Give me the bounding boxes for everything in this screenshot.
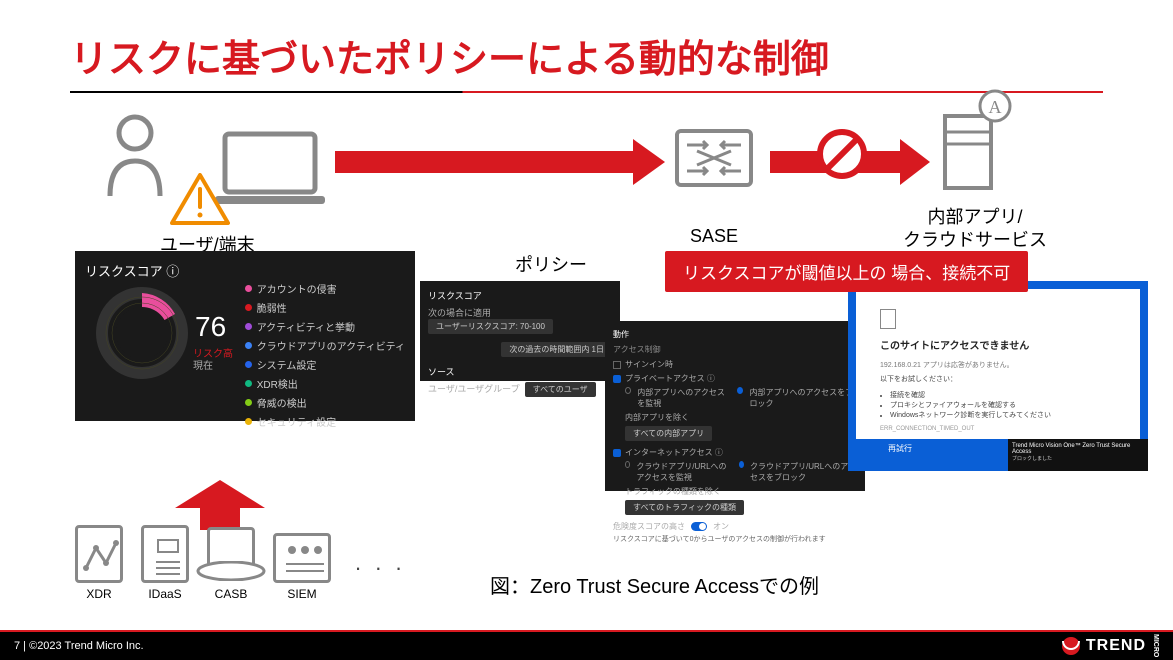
toast-notification: Trend Micro Vision One™ Zero Trust Secur…	[1008, 439, 1148, 471]
logo-ball-icon	[1062, 637, 1080, 655]
siem-icon	[273, 533, 331, 583]
ellipsis-icon: . . .	[355, 550, 406, 576]
footer: 7 | ©2023 Trend Micro Inc. TREND MICRO	[0, 632, 1173, 660]
slide-title: リスクに基づいたポリシーによる動的な制御	[0, 0, 1173, 91]
legend-item: クラウドアプリのアクティビティ	[245, 338, 405, 353]
legend-item: XDR検出	[245, 376, 405, 391]
slide: リスクに基づいたポリシーによる動的な制御 ユーザ/端末	[0, 0, 1173, 660]
legend-item: アカウントの侵害	[245, 281, 405, 296]
policy-label: ポリシー	[515, 251, 587, 277]
retry-button[interactable]: 再試行	[880, 440, 920, 457]
xdr-icon	[75, 525, 123, 583]
legend-item: アクティビティと挙動	[245, 319, 405, 334]
trend-micro-logo: TREND MICRO	[1062, 634, 1159, 657]
app-label: 内部アプリ/ クラウドサービス	[870, 206, 1080, 253]
legend-item: システム設定	[245, 357, 405, 372]
policy-panel-2: 動作 アクセス制御 サインイン時 プライベートアクセス ⓘ 内部アプリへのアクセ…	[605, 321, 865, 491]
arrow-right-icon	[335, 139, 665, 185]
siem-item: SIEM	[273, 533, 331, 601]
casb-item: CASB	[207, 527, 255, 601]
sase-label: SASE	[690, 226, 738, 247]
legend-item: セキュリティ設定	[245, 414, 405, 429]
gauge-icon	[95, 286, 190, 381]
xdr-item: XDR	[75, 525, 123, 601]
block-icon	[817, 129, 867, 179]
idaas-icon	[141, 525, 189, 583]
risk-score-value: 76	[195, 311, 226, 343]
blocked-browser: このサイトにアクセスできません 192.168.0.21 アプリは応答がありませ…	[848, 281, 1148, 471]
svg-text:A: A	[989, 97, 1002, 117]
legend-item: 脆弱性	[245, 300, 405, 315]
risk-legend: アカウントの侵害脆弱性アクティビティと挙動クラウドアプリのアクティビティシステム…	[245, 281, 405, 433]
footer-left: 7 | ©2023 Trend Micro Inc.	[14, 640, 144, 652]
warning-icon	[170, 173, 230, 225]
risk-time: 現在	[193, 357, 213, 372]
arrow-up-icon	[175, 480, 265, 530]
legend-item: 脅威の検出	[245, 395, 405, 410]
risk-score-panel: リスクスコア ⓘ 76 リスク高 現在 アカウントの侵害脆弱性アクティビティと挙…	[75, 251, 415, 421]
figure-caption: 図：Zero Trust Secure Accessでの例	[490, 570, 819, 599]
sase-switch-icon	[675, 129, 753, 187]
callout-banner: リスクスコアが閾値以上の 場合、接続不可	[665, 251, 1028, 292]
server-icon: A	[935, 86, 1015, 196]
policy-panel-1: リスクスコア 次の場合に適用 ユーザーリスクスコア: 70-100 次の過去の時…	[420, 281, 620, 381]
person-icon	[100, 111, 170, 201]
idaas-item: IDaaS	[141, 525, 189, 601]
blocked-content: このサイトにアクセスできません 192.168.0.21 アプリは応答がありませ…	[856, 289, 1140, 439]
flow-diagram: ユーザ/端末 SASE	[70, 111, 1103, 251]
page-icon	[880, 309, 896, 329]
risk-panel-title: リスクスコア ⓘ	[85, 261, 405, 280]
source-icons: XDR IDaaS CASB SIEM . . .	[75, 525, 406, 601]
